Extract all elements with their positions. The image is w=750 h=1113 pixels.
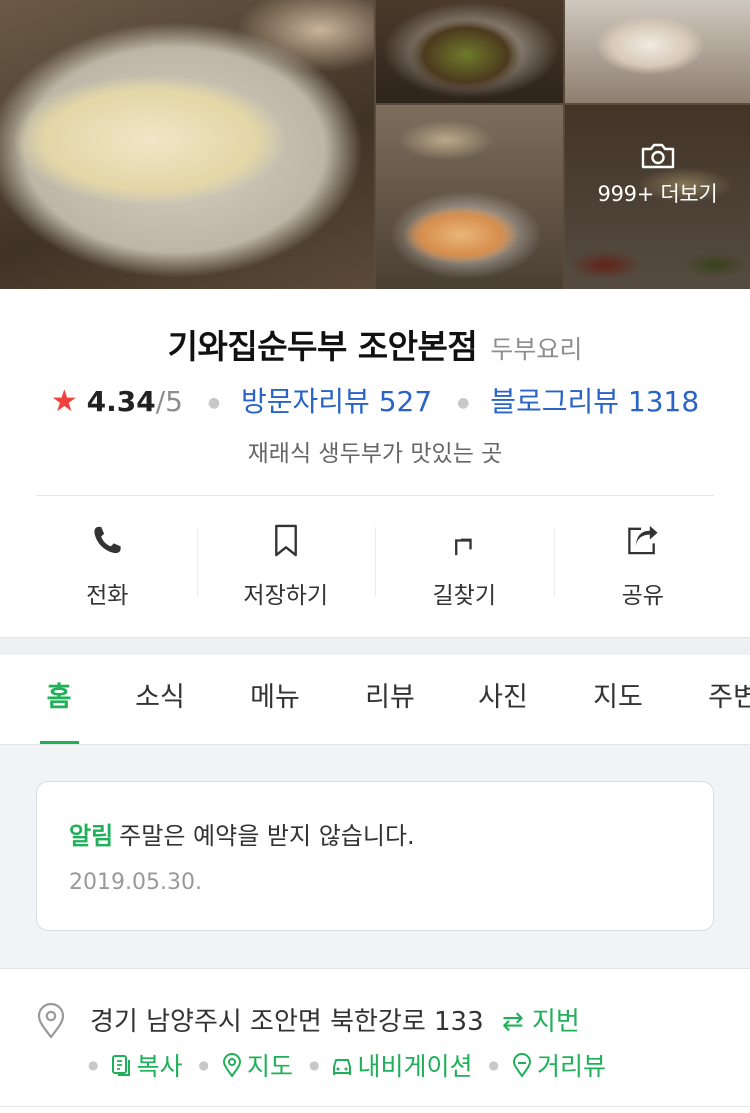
phone-icon (94, 526, 121, 554)
place-description: 재래식 생두부가 맛있는 곳 (247, 441, 503, 467)
navigation-button[interactable]: ● 내비게이션 (309, 1047, 473, 1083)
notice-message: 알림 주말은 예약을 받지 않습니다. (69, 816, 415, 851)
share-label: 공유 (621, 583, 664, 609)
notice-text: 주말은 예약을 받지 않습니다. (119, 822, 415, 850)
place-name: 기와집순두부 조안본점 (167, 327, 478, 366)
bookmark-icon (274, 524, 297, 557)
separator-dot: ● (309, 1058, 320, 1072)
call-button[interactable]: 전화 (18, 515, 197, 610)
tab-menu[interactable]: 메뉴 (240, 655, 310, 744)
divider (36, 495, 714, 496)
save-label: 저장하기 (243, 583, 329, 609)
car-icon (333, 1059, 352, 1075)
share-button[interactable]: 공유 (553, 515, 733, 610)
separator-dot: ● (488, 1058, 499, 1072)
road-address: 경기 남양주시 조안면 북한강로 133 (90, 1007, 484, 1037)
tab-map[interactable]: 지도 (583, 655, 653, 744)
tab-news[interactable]: 소식 (125, 655, 195, 744)
map-label: 지도 (246, 1052, 293, 1081)
jibun-label: 지번 (531, 1007, 580, 1037)
separator-dot: ● (457, 395, 470, 411)
separator-dot: ● (88, 1058, 99, 1072)
address-section: 경기 남양주시 조안면 북한강로 133 ⇄ 지번 ● 복사 ● 지도 ● 내비… (0, 968, 750, 1113)
main-photo[interactable] (0, 0, 374, 289)
share-icon (627, 525, 658, 555)
map-button[interactable]: ● 지도 (199, 1047, 294, 1083)
tab-bar: 홈 소식 메뉴 리뷰 사진 지도 주변 (0, 655, 750, 744)
star-icon: ★ (50, 384, 78, 419)
address-actions: ● 복사 ● 지도 ● 내비게이션 ● 거리뷰 (88, 1047, 622, 1083)
separator-dot: ● (207, 395, 221, 411)
copy-icon (112, 1055, 131, 1076)
streetview-icon (512, 1053, 531, 1077)
more-photos-label: 999+ 더보기 (597, 182, 718, 206)
rating-max: /5 (155, 385, 183, 418)
place-title-row: 기와집순두부 조안본점 두부요리 (0, 320, 750, 368)
map-pin-icon (222, 1053, 241, 1077)
streetview-button[interactable]: ● 거리뷰 (489, 1047, 607, 1083)
notice-card[interactable]: 알림 주말은 예약을 받지 않습니다. 2019.05.30. (36, 781, 714, 931)
tab-photos[interactable]: 사진 (468, 655, 538, 744)
save-button[interactable]: 저장하기 (196, 515, 376, 610)
notice-date: 2019.05.30. (69, 870, 202, 895)
place-stats-row: ★ 4.34/5 ● 방문자리뷰 527 ● 블로그리뷰 1318 (0, 380, 750, 420)
photo-thumbnail[interactable] (376, 105, 563, 289)
divider (0, 1106, 750, 1107)
separator-dot: ● (198, 1058, 209, 1072)
location-pin-icon (37, 1003, 65, 1039)
action-bar: 전화 저장하기 길찾기 공유 (18, 515, 732, 610)
tab-nearby[interactable]: 주변 (698, 655, 750, 744)
more-photos-overlay[interactable]: 999+ 더보기 (565, 105, 750, 289)
address-line: 경기 남양주시 조안면 북한강로 133 ⇄ 지번 (90, 1001, 580, 1038)
swap-icon: ⇄ (501, 1007, 524, 1037)
photo-thumbnail[interactable] (376, 0, 563, 103)
blog-reviews-link[interactable]: 블로그리뷰 1318 (490, 385, 699, 418)
directions-icon (455, 538, 472, 556)
photo-thumbnail[interactable] (565, 0, 750, 103)
photo-gallery: 999+ 더보기 (0, 0, 750, 289)
tab-reviews[interactable]: 리뷰 (355, 655, 425, 744)
navigation-label: 내비게이션 (357, 1052, 473, 1081)
notice-label: 알림 (69, 822, 114, 850)
copy-label: 복사 (136, 1052, 183, 1081)
rating-value: 4.34 (86, 385, 156, 418)
section-gap (0, 637, 750, 655)
directions-button[interactable]: 길찾기 (375, 515, 554, 610)
tab-home[interactable]: 홈 (30, 655, 88, 744)
call-label: 전화 (86, 583, 129, 609)
jibun-toggle[interactable]: ⇄ 지번 (502, 1007, 580, 1037)
directions-label: 길찾기 (432, 583, 496, 609)
camera-icon (641, 143, 674, 169)
place-category: 두부요리 (490, 335, 583, 364)
streetview-label: 거리뷰 (536, 1052, 606, 1081)
visitor-reviews-link[interactable]: 방문자리뷰 527 (241, 385, 432, 418)
photo-more-thumbnail[interactable]: 999+ 더보기 (565, 105, 750, 289)
copy-address-button[interactable]: ● 복사 (88, 1047, 183, 1083)
